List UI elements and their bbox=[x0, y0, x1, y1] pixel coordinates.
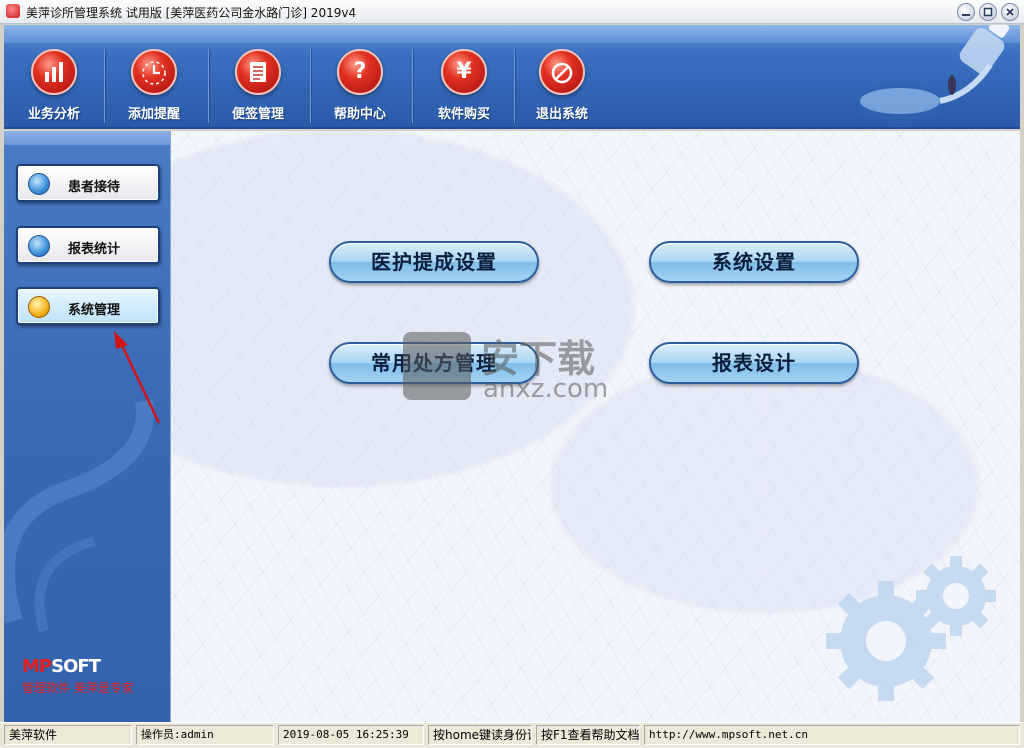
watermark-logo-icon bbox=[403, 332, 471, 400]
toolbar-purchase-button[interactable]: ¥ 软件购买 bbox=[414, 49, 514, 125]
sidebar-item-patient-reception[interactable]: 患者接待 bbox=[16, 164, 160, 202]
toolbar-label: 便签管理 bbox=[231, 107, 284, 122]
blue-orb-icon bbox=[28, 173, 50, 195]
watermark: 安下载 anxz.com bbox=[403, 328, 623, 408]
status-url: http://www.mpsoft.net.cn bbox=[644, 725, 1020, 745]
bar-chart-icon bbox=[31, 49, 77, 95]
logo-brand-soft: SOFT bbox=[51, 656, 101, 677]
status-datetime: 2019-08-05 16:25:39 bbox=[278, 725, 424, 745]
toolbar-label: 业务分析 bbox=[27, 107, 80, 122]
sidebar-item-label: 报表统计 bbox=[68, 242, 121, 257]
watermark-url: anxz.com bbox=[483, 374, 609, 404]
yen-icon: ¥ bbox=[441, 49, 487, 95]
blue-orb-icon bbox=[28, 235, 50, 257]
toolbar-notes-button[interactable]: 便签管理 bbox=[208, 49, 308, 125]
window-title: 美萍诊所管理系统 试用版 [美萍医药公司金水路门诊] 2019v4 bbox=[26, 6, 357, 20]
clock-icon bbox=[131, 49, 177, 95]
maximize-icon[interactable] bbox=[979, 3, 997, 21]
toolbar-label: 帮助中心 bbox=[333, 107, 386, 122]
medical-commission-settings-button[interactable]: 医护提成设置 bbox=[329, 241, 539, 283]
report-design-button[interactable]: 报表设计 bbox=[649, 342, 859, 384]
sidebar-item-label: 患者接待 bbox=[68, 180, 121, 195]
main-content: 医护提成设置 系统设置 常用处方管理 报表设计 安下载 anxz.com bbox=[170, 131, 1020, 722]
status-hint-home: 按home键读身份证 bbox=[428, 725, 532, 745]
system-settings-button[interactable]: 系统设置 bbox=[649, 241, 859, 283]
logo-brand-mp: MP bbox=[22, 656, 52, 677]
app-icon bbox=[6, 4, 20, 18]
toolbar-help-center-button[interactable]: ? 帮助中心 bbox=[310, 49, 410, 125]
mpsoft-logo: MPSOFT 管理软件 美萍是专家 bbox=[22, 656, 142, 696]
no-entry-icon bbox=[539, 49, 585, 95]
status-bar: 美萍软件 操作员:admin 2019-08-05 16:25:39 按home… bbox=[0, 722, 1024, 748]
sidebar-item-report-statistics[interactable]: 报表统计 bbox=[16, 226, 160, 264]
close-icon[interactable] bbox=[1001, 3, 1019, 21]
logo-slogan: 管理软件 美萍是专家 bbox=[22, 681, 134, 695]
medicine-bottle-decoration bbox=[854, 25, 1010, 121]
status-hint-f1: 按F1查看帮助文档 bbox=[536, 725, 640, 745]
sidebar: 患者接待 报表统计 系统管理 MPSOFT 管理软件 美萍是专家 bbox=[4, 131, 170, 722]
help-icon: ? bbox=[337, 49, 383, 95]
orange-orb-icon bbox=[28, 296, 50, 318]
main-toolbar: 业务分析 添加提醒 便签管理 ? 帮助中心 ¥ 软件购买 退出系统 bbox=[4, 25, 1020, 129]
toolbar-label: 添加提醒 bbox=[127, 107, 180, 122]
toolbar-add-reminder-button[interactable]: 添加提醒 bbox=[104, 49, 204, 125]
toolbar-business-analysis-button[interactable]: 业务分析 bbox=[4, 49, 104, 125]
toolbar-exit-button[interactable]: 退出系统 bbox=[512, 49, 612, 125]
notepad-icon bbox=[235, 49, 281, 95]
toolbar-label: 软件购买 bbox=[437, 107, 490, 122]
title-bar: 美萍诊所管理系统 试用版 [美萍医药公司金水路门诊] 2019v4 bbox=[0, 0, 1024, 24]
toolbar-label: 退出系统 bbox=[535, 107, 588, 122]
status-company: 美萍软件 bbox=[4, 725, 132, 745]
sidebar-item-label: 系统管理 bbox=[68, 303, 121, 318]
red-arrow-annotation bbox=[114, 331, 161, 424]
status-operator: 操作员:admin bbox=[136, 725, 274, 745]
toolbar-separator bbox=[412, 49, 413, 123]
sidebar-item-system-management[interactable]: 系统管理 bbox=[16, 287, 160, 325]
gears-decoration-icon bbox=[826, 556, 996, 701]
minimize-icon[interactable] bbox=[957, 3, 975, 21]
